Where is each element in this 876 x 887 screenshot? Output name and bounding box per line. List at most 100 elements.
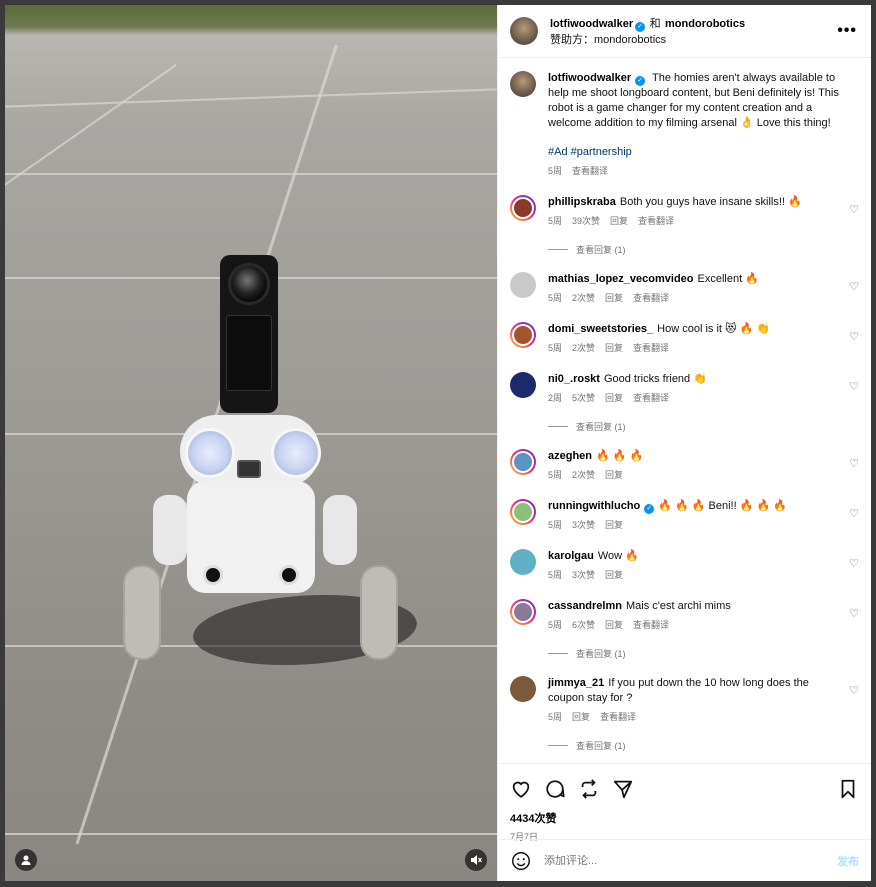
- sponsor-label: 赞助方：: [550, 33, 594, 46]
- comment-like-heart-icon[interactable]: ♡: [849, 380, 859, 393]
- comment-time: 5周: [548, 470, 563, 480]
- bookmark-icon[interactable]: [837, 778, 859, 800]
- commenter-avatar[interactable]: [510, 372, 536, 398]
- view-replies-button[interactable]: 查看回复 (1): [548, 243, 861, 256]
- verified-badge-icon: ✓: [644, 504, 655, 514]
- robot-wheel-left: [123, 565, 161, 660]
- emoji-icon[interactable]: [510, 850, 532, 872]
- comment-item: phillipskraba Both you guys have insane s…: [510, 195, 861, 256]
- comment-likes[interactable]: 3次赞: [572, 518, 595, 533]
- comment-like-heart-icon[interactable]: ♡: [849, 457, 859, 470]
- commenter-username[interactable]: phillipskraba: [548, 196, 616, 208]
- reply-button[interactable]: 回复: [605, 391, 623, 406]
- comment-text: 🔥 🔥 🔥 Beni!! 🔥 🔥 🔥: [658, 500, 787, 512]
- heart-icon[interactable]: [510, 778, 532, 800]
- author-avatar[interactable]: [510, 17, 538, 45]
- comment-like-heart-icon[interactable]: ♡: [849, 203, 859, 216]
- comment-like-heart-icon[interactable]: ♡: [849, 280, 859, 293]
- caption-translate-link[interactable]: 查看翻译: [572, 164, 608, 179]
- post-comment-button[interactable]: 发布: [837, 853, 859, 869]
- comment-time: 5周: [548, 520, 563, 530]
- comment-body: cassandrelmn Mais c'est archi mims 5周 6次赞 回复…: [548, 599, 861, 633]
- translate-link[interactable]: 查看翻译: [633, 341, 669, 356]
- comment-item: azeghen 🔥 🔥 🔥 5周 2次赞 回复 ♡: [510, 449, 861, 483]
- user-tag-icon[interactable]: [15, 849, 37, 871]
- caption-username[interactable]: lotfiwoodwalker: [548, 72, 631, 84]
- reply-button[interactable]: 回复: [605, 518, 623, 533]
- reply-button[interactable]: 回复: [605, 568, 623, 583]
- translate-link[interactable]: 查看翻译: [633, 391, 669, 406]
- caption-hashtags[interactable]: #Ad #partnership: [548, 145, 839, 160]
- commenter-avatar[interactable]: [510, 449, 536, 475]
- commenter-avatar[interactable]: [510, 499, 536, 525]
- post-photo[interactable]: [5, 5, 497, 881]
- comment-row: mathias_lopez_vecomvideo Excellent 🔥 5周 2次赞…: [510, 272, 861, 306]
- comment-meta: 5周 2次赞 回复: [548, 468, 839, 483]
- commenter-username[interactable]: jimmya_21: [548, 677, 604, 689]
- view-replies-label: 查看回复 (1): [576, 245, 626, 255]
- commenter-username[interactable]: karolgau: [548, 550, 594, 562]
- reply-button[interactable]: 回复: [605, 341, 623, 356]
- commenter-username[interactable]: runningwithlucho: [548, 500, 640, 512]
- view-replies-button[interactable]: 查看回复 (1): [548, 647, 861, 660]
- comment-like-heart-icon[interactable]: ♡: [849, 557, 859, 570]
- comment-likes[interactable]: 2次赞: [572, 341, 595, 356]
- partner-username[interactable]: mondorobotics: [665, 18, 745, 30]
- comment-likes[interactable]: 3次赞: [572, 568, 595, 583]
- comment-likes[interactable]: 2次赞: [572, 468, 595, 483]
- likes-count[interactable]: 4434次赞: [510, 810, 859, 826]
- comment-item: cassandrelmn Mais c'est archi mims 5周 6次赞 回复…: [510, 599, 861, 660]
- comment-meta: 5周 2次赞 回复 查看翻译: [548, 291, 839, 306]
- commenter-username[interactable]: ni0_.roskt: [548, 373, 600, 385]
- view-replies-button[interactable]: 查看回复 (1): [548, 739, 861, 752]
- author-username[interactable]: lotfiwoodwalker: [550, 18, 633, 30]
- reply-button[interactable]: 回复: [605, 291, 623, 306]
- comment-likes[interactable]: 2次赞: [572, 291, 595, 306]
- caption-avatar[interactable]: [510, 71, 536, 97]
- comment-like-heart-icon[interactable]: ♡: [849, 330, 859, 343]
- comment-input[interactable]: [544, 854, 837, 867]
- commenter-username[interactable]: domi_sweetstories_: [548, 323, 653, 335]
- comment-likes[interactable]: 5次赞: [572, 391, 595, 406]
- caption-body: lotfiwoodwalker ✓ The homies aren't alway…: [548, 71, 861, 179]
- comment-like-heart-icon[interactable]: ♡: [849, 684, 859, 697]
- sponsor-name[interactable]: mondorobotics: [594, 34, 666, 46]
- comment-likes[interactable]: 39次赞: [572, 214, 600, 229]
- commenter-avatar[interactable]: [510, 272, 536, 298]
- comment-time: 2周: [548, 393, 563, 403]
- translate-link[interactable]: 查看翻译: [633, 618, 669, 633]
- comment-likes[interactable]: 6次赞: [572, 618, 595, 633]
- view-replies-button[interactable]: 查看回复 (1): [548, 420, 861, 433]
- more-options-button[interactable]: •••: [837, 22, 857, 40]
- commenter-avatar[interactable]: [510, 676, 536, 702]
- translate-link[interactable]: 查看翻译: [633, 291, 669, 306]
- replies-dash: [548, 653, 568, 654]
- commenter-username[interactable]: azeghen: [548, 450, 592, 462]
- reply-button[interactable]: 回复: [610, 214, 628, 229]
- comment-icon[interactable]: [544, 778, 566, 800]
- camera-lens: [228, 263, 270, 305]
- translate-link[interactable]: 查看翻译: [600, 710, 636, 725]
- verified-badge-icon: ✓: [635, 21, 646, 32]
- comment-like-heart-icon[interactable]: ♡: [849, 507, 859, 520]
- commenter-username[interactable]: cassandrelmn: [548, 600, 622, 612]
- comment-item: karolgau Wow 🔥 5周 3次赞 回复 ♡: [510, 549, 861, 583]
- share-icon[interactable]: [612, 778, 634, 800]
- commenter-avatar[interactable]: [510, 599, 536, 625]
- comment-meta: 5周 3次赞 回复: [548, 518, 839, 533]
- reply-button[interactable]: 回复: [605, 618, 623, 633]
- comment-like-heart-icon[interactable]: ♡: [849, 607, 859, 620]
- commenter-username[interactable]: mathias_lopez_vecomvideo: [548, 273, 694, 285]
- commenter-avatar[interactable]: [510, 322, 536, 348]
- translate-link[interactable]: 查看翻译: [638, 214, 674, 229]
- comments-list[interactable]: lotfiwoodwalker ✓ The homies aren't alway…: [498, 59, 871, 763]
- comments-panel: lotfiwoodwalker ✓ 和 mondorobotics 赞助方：mon…: [497, 5, 871, 881]
- comment-time: 5周: [548, 216, 563, 226]
- mute-icon[interactable]: [465, 849, 487, 871]
- comment-time: 5周: [548, 343, 563, 353]
- repost-icon[interactable]: [578, 778, 600, 800]
- reply-button[interactable]: 回复: [572, 710, 590, 725]
- commenter-avatar[interactable]: [510, 195, 536, 221]
- commenter-avatar[interactable]: [510, 549, 536, 575]
- reply-button[interactable]: 回复: [605, 468, 623, 483]
